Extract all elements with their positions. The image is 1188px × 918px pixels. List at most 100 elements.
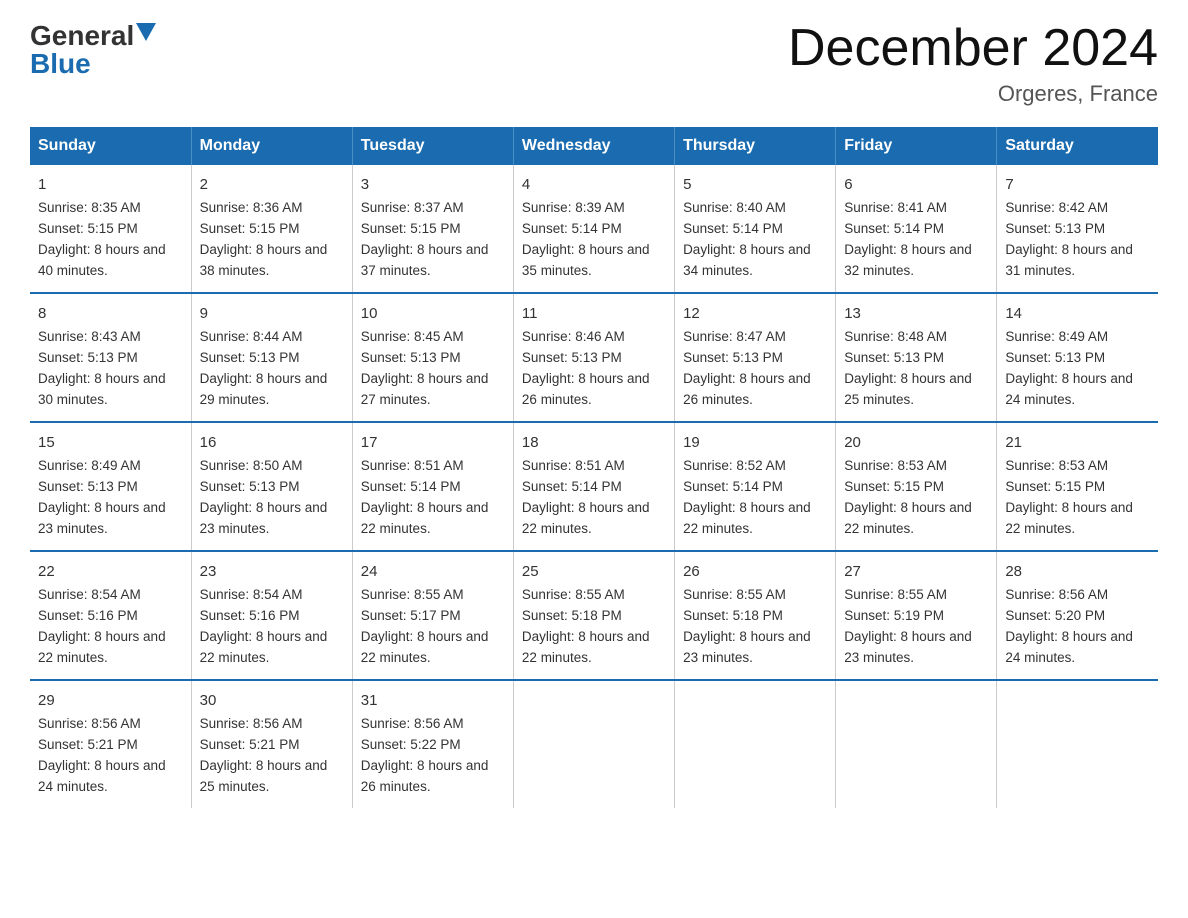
day-number: 3 (361, 173, 505, 196)
day-info: Sunrise: 8:54 AMSunset: 5:16 PMDaylight:… (38, 585, 183, 669)
table-row: 10Sunrise: 8:45 AMSunset: 5:13 PMDayligh… (352, 293, 513, 422)
day-number: 26 (683, 560, 827, 583)
table-row (675, 680, 836, 808)
table-row: 26Sunrise: 8:55 AMSunset: 5:18 PMDayligh… (675, 551, 836, 680)
table-row: 29Sunrise: 8:56 AMSunset: 5:21 PMDayligh… (30, 680, 191, 808)
day-number: 15 (38, 431, 183, 454)
table-row: 24Sunrise: 8:55 AMSunset: 5:17 PMDayligh… (352, 551, 513, 680)
table-row: 13Sunrise: 8:48 AMSunset: 5:13 PMDayligh… (836, 293, 997, 422)
table-row: 17Sunrise: 8:51 AMSunset: 5:14 PMDayligh… (352, 422, 513, 551)
header-wednesday: Wednesday (513, 127, 674, 165)
table-row: 19Sunrise: 8:52 AMSunset: 5:14 PMDayligh… (675, 422, 836, 551)
day-number: 20 (844, 431, 988, 454)
table-row: 8Sunrise: 8:43 AMSunset: 5:13 PMDaylight… (30, 293, 191, 422)
day-info: Sunrise: 8:45 AMSunset: 5:13 PMDaylight:… (361, 327, 505, 411)
title-section: December 2024 Orgeres, France (788, 20, 1158, 107)
day-number: 31 (361, 689, 505, 712)
day-info: Sunrise: 8:48 AMSunset: 5:13 PMDaylight:… (844, 327, 988, 411)
day-info: Sunrise: 8:41 AMSunset: 5:14 PMDaylight:… (844, 198, 988, 282)
logo: General Blue (30, 20, 156, 80)
day-info: Sunrise: 8:39 AMSunset: 5:14 PMDaylight:… (522, 198, 666, 282)
day-info: Sunrise: 8:56 AMSunset: 5:22 PMDaylight:… (361, 714, 505, 798)
day-info: Sunrise: 8:44 AMSunset: 5:13 PMDaylight:… (200, 327, 344, 411)
table-row: 1Sunrise: 8:35 AMSunset: 5:15 PMDaylight… (30, 165, 191, 293)
day-number: 14 (1005, 302, 1150, 325)
day-info: Sunrise: 8:51 AMSunset: 5:14 PMDaylight:… (361, 456, 505, 540)
table-row: 31Sunrise: 8:56 AMSunset: 5:22 PMDayligh… (352, 680, 513, 808)
table-row: 11Sunrise: 8:46 AMSunset: 5:13 PMDayligh… (513, 293, 674, 422)
day-number: 25 (522, 560, 666, 583)
logo-arrow-icon (136, 23, 156, 43)
day-number: 1 (38, 173, 183, 196)
header-saturday: Saturday (997, 127, 1158, 165)
day-info: Sunrise: 8:52 AMSunset: 5:14 PMDaylight:… (683, 456, 827, 540)
day-number: 19 (683, 431, 827, 454)
table-row: 4Sunrise: 8:39 AMSunset: 5:14 PMDaylight… (513, 165, 674, 293)
table-row: 6Sunrise: 8:41 AMSunset: 5:14 PMDaylight… (836, 165, 997, 293)
day-number: 23 (200, 560, 344, 583)
day-info: Sunrise: 8:46 AMSunset: 5:13 PMDaylight:… (522, 327, 666, 411)
day-info: Sunrise: 8:55 AMSunset: 5:17 PMDaylight:… (361, 585, 505, 669)
day-number: 24 (361, 560, 505, 583)
table-row: 22Sunrise: 8:54 AMSunset: 5:16 PMDayligh… (30, 551, 191, 680)
table-row: 25Sunrise: 8:55 AMSunset: 5:18 PMDayligh… (513, 551, 674, 680)
table-row: 5Sunrise: 8:40 AMSunset: 5:14 PMDaylight… (675, 165, 836, 293)
day-number: 6 (844, 173, 988, 196)
table-row: 3Sunrise: 8:37 AMSunset: 5:15 PMDaylight… (352, 165, 513, 293)
day-info: Sunrise: 8:47 AMSunset: 5:13 PMDaylight:… (683, 327, 827, 411)
calendar-header-row: Sunday Monday Tuesday Wednesday Thursday… (30, 127, 1158, 165)
table-row: 23Sunrise: 8:54 AMSunset: 5:16 PMDayligh… (191, 551, 352, 680)
table-row: 27Sunrise: 8:55 AMSunset: 5:19 PMDayligh… (836, 551, 997, 680)
table-row: 14Sunrise: 8:49 AMSunset: 5:13 PMDayligh… (997, 293, 1158, 422)
header-thursday: Thursday (675, 127, 836, 165)
day-number: 13 (844, 302, 988, 325)
day-number: 9 (200, 302, 344, 325)
day-number: 11 (522, 302, 666, 325)
calendar-table: Sunday Monday Tuesday Wednesday Thursday… (30, 127, 1158, 808)
day-info: Sunrise: 8:54 AMSunset: 5:16 PMDaylight:… (200, 585, 344, 669)
header-sunday: Sunday (30, 127, 191, 165)
table-row (997, 680, 1158, 808)
table-row: 2Sunrise: 8:36 AMSunset: 5:15 PMDaylight… (191, 165, 352, 293)
table-row: 16Sunrise: 8:50 AMSunset: 5:13 PMDayligh… (191, 422, 352, 551)
day-number: 16 (200, 431, 344, 454)
day-info: Sunrise: 8:56 AMSunset: 5:20 PMDaylight:… (1005, 585, 1150, 669)
day-info: Sunrise: 8:36 AMSunset: 5:15 PMDaylight:… (200, 198, 344, 282)
day-number: 28 (1005, 560, 1150, 583)
calendar-week-row: 1Sunrise: 8:35 AMSunset: 5:15 PMDaylight… (30, 165, 1158, 293)
day-info: Sunrise: 8:37 AMSunset: 5:15 PMDaylight:… (361, 198, 505, 282)
day-number: 5 (683, 173, 827, 196)
day-number: 30 (200, 689, 344, 712)
day-info: Sunrise: 8:53 AMSunset: 5:15 PMDaylight:… (1005, 456, 1150, 540)
day-info: Sunrise: 8:43 AMSunset: 5:13 PMDaylight:… (38, 327, 183, 411)
day-info: Sunrise: 8:35 AMSunset: 5:15 PMDaylight:… (38, 198, 183, 282)
table-row: 12Sunrise: 8:47 AMSunset: 5:13 PMDayligh… (675, 293, 836, 422)
day-number: 12 (683, 302, 827, 325)
day-number: 21 (1005, 431, 1150, 454)
day-number: 22 (38, 560, 183, 583)
header-tuesday: Tuesday (352, 127, 513, 165)
day-number: 17 (361, 431, 505, 454)
day-number: 18 (522, 431, 666, 454)
calendar-week-row: 22Sunrise: 8:54 AMSunset: 5:16 PMDayligh… (30, 551, 1158, 680)
day-info: Sunrise: 8:55 AMSunset: 5:18 PMDaylight:… (522, 585, 666, 669)
calendar-title: December 2024 (788, 20, 1158, 77)
header-monday: Monday (191, 127, 352, 165)
day-number: 4 (522, 173, 666, 196)
table-row: 18Sunrise: 8:51 AMSunset: 5:14 PMDayligh… (513, 422, 674, 551)
table-row: 30Sunrise: 8:56 AMSunset: 5:21 PMDayligh… (191, 680, 352, 808)
table-row: 7Sunrise: 8:42 AMSunset: 5:13 PMDaylight… (997, 165, 1158, 293)
table-row: 15Sunrise: 8:49 AMSunset: 5:13 PMDayligh… (30, 422, 191, 551)
calendar-week-row: 15Sunrise: 8:49 AMSunset: 5:13 PMDayligh… (30, 422, 1158, 551)
day-number: 10 (361, 302, 505, 325)
calendar-week-row: 29Sunrise: 8:56 AMSunset: 5:21 PMDayligh… (30, 680, 1158, 808)
page-header: General Blue December 2024 Orgeres, Fran… (30, 20, 1158, 107)
calendar-week-row: 8Sunrise: 8:43 AMSunset: 5:13 PMDaylight… (30, 293, 1158, 422)
day-number: 8 (38, 302, 183, 325)
day-info: Sunrise: 8:53 AMSunset: 5:15 PMDaylight:… (844, 456, 988, 540)
table-row: 21Sunrise: 8:53 AMSunset: 5:15 PMDayligh… (997, 422, 1158, 551)
day-info: Sunrise: 8:50 AMSunset: 5:13 PMDaylight:… (200, 456, 344, 540)
table-row: 9Sunrise: 8:44 AMSunset: 5:13 PMDaylight… (191, 293, 352, 422)
table-row (836, 680, 997, 808)
day-number: 2 (200, 173, 344, 196)
